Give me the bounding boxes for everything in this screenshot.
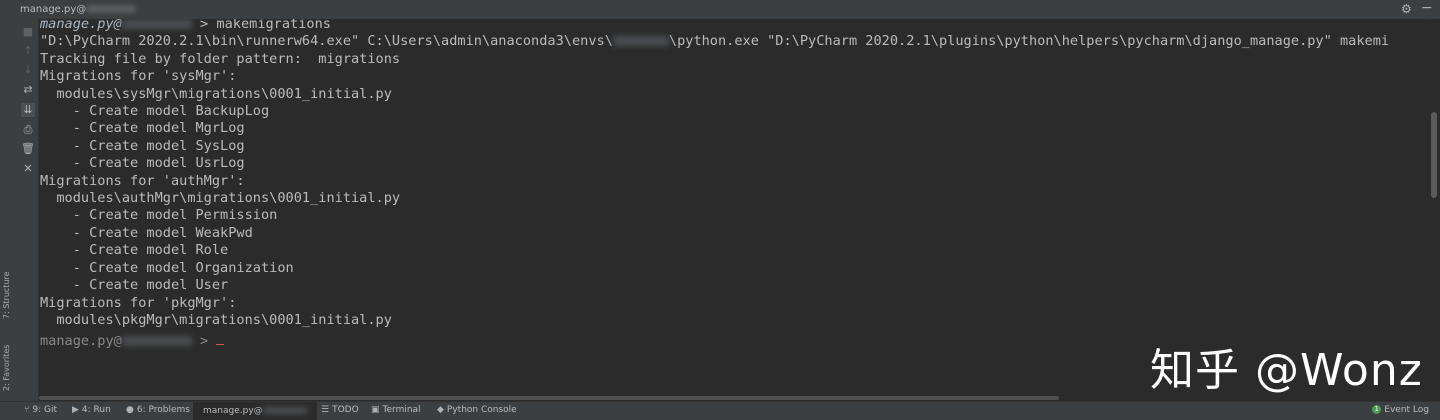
problems-icon: ● [126,405,134,415]
down-arrow-icon[interactable]: ↓ [21,63,35,77]
console-line: - Create model User [40,277,229,293]
vertical-scrollbar[interactable] [1429,19,1440,401]
vertical-scrollbar-thumb[interactable] [1431,112,1437,198]
horizontal-scrollbar-thumb[interactable] [39,396,1059,400]
bottom-tool-bar: ⑂ 9: Git ▶ 4: Run ● 6: Problems manage.py@ … [0,401,1440,420]
command-prompt-line: manage.py@ > makemigrations [40,19,331,32]
hide-icon[interactable]: − [1421,0,1433,16]
blurred-project-name [87,5,136,13]
console-line: - Create model SysLog [40,138,245,154]
tab-terminal[interactable]: ▣ Terminal [371,405,421,415]
console-input-prompt[interactable]: manage.py@ > [40,333,225,350]
tab-run[interactable]: ▶ 4: Run [72,405,111,415]
console-line: Tracking file by folder pattern: migrati… [40,51,401,67]
blurred-project-name [121,336,192,346]
console-line: Migrations for 'authMgr': [40,173,245,189]
print-icon[interactable]: ⎙ [21,123,35,137]
tab-git[interactable]: ⑂ 9: Git [24,405,57,415]
trash-icon[interactable]: 🗑 [21,142,35,156]
console-line: - Create model Organization [40,260,294,276]
left-tool-stripe: 7: Structure 2: Favorites [0,19,19,401]
run-icon: ▶ [72,405,79,415]
console-line: - Create model WeakPwd [40,225,253,241]
console-line: modules\pkgMgr\migrations\0001_initial.p… [40,312,392,328]
close-icon[interactable]: ✕ [21,162,35,176]
console-line: "D:\PyCharm 2020.2.1\bin\runnerw64.exe" … [40,33,1390,49]
gear-icon[interactable]: ⚙ [1401,2,1412,16]
event-log-button[interactable]: 1 Event Log [1372,405,1429,415]
console-line: Migrations for 'sysMgr': [40,68,237,84]
stop-icon[interactable]: ■ [21,25,35,39]
terminal-icon: ▣ [371,405,380,415]
python-icon: ◆ [437,405,444,415]
todo-icon: ☰ [321,405,330,415]
blurred-project-name [121,19,192,29]
tab-structure[interactable]: 7: Structure [2,259,16,319]
console-line: modules\sysMgr\migrations\0001_initial.p… [40,86,392,102]
console-line: - Create model MgrLog [40,120,245,136]
git-branch-icon: ⑂ [24,405,30,415]
tool-window-title: manage.py@ [20,4,136,15]
console-line: modules\authMgr\migrations\0001_initial.… [40,190,401,206]
console-line: - Create model BackupLog [40,103,270,119]
blurred-env-name [612,36,669,46]
up-arrow-icon[interactable]: ↑ [21,44,35,58]
text-caret [216,344,225,345]
event-log-badge: 1 [1372,405,1382,414]
tab-python-console[interactable]: ◆ Python Console [437,405,517,415]
console-line: - Create model Permission [40,207,278,223]
tab-todo[interactable]: ☰ TODO [321,405,359,415]
tab-favorites[interactable]: 2: Favorites [2,331,16,391]
console-toolbar: ■ ↑ ↓ ⇄ ⇊ ⎙ 🗑 ✕ [18,19,39,401]
console-line: - Create model Role [40,242,229,258]
tab-problems[interactable]: ● 6: Problems [126,405,190,415]
tab-manage-py[interactable]: manage.py@ [193,402,317,420]
scroll-to-end-icon[interactable]: ⇊ [21,103,35,117]
soft-wrap-icon[interactable]: ⇄ [21,83,35,97]
blurred-project-name [262,407,307,414]
console-line: - Create model UsrLog [40,155,245,171]
watermark: 知乎 @Wonz [1150,345,1423,396]
console-line: Migrations for 'pkgMgr': [40,295,237,311]
tool-window-title-bar: manage.py@ ⚙ − [0,0,1440,20]
